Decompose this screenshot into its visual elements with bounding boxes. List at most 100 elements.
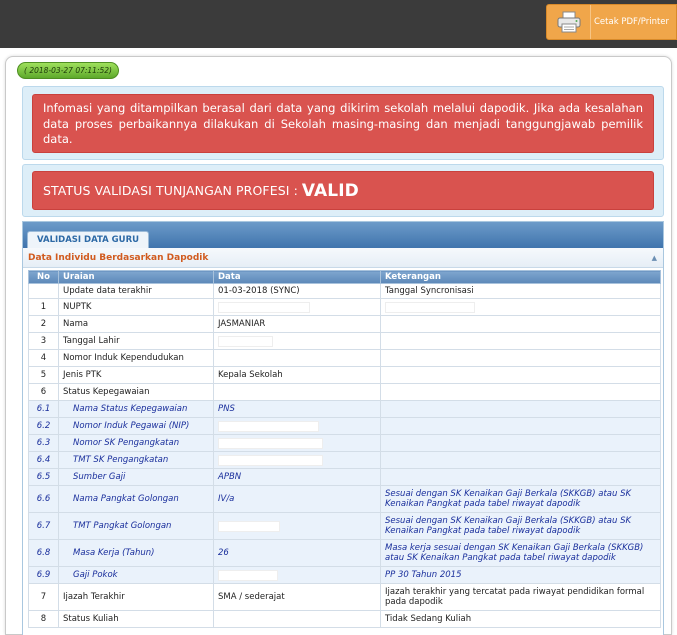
table-row: 6.6 Nama Pangkat Golongan IV/a Sesuai denga… xyxy=(28,485,661,513)
table-row: 1 NUPTK xyxy=(28,298,661,316)
row-keterangan xyxy=(380,468,661,486)
row-keterangan xyxy=(380,366,661,384)
row-uraian: Status Kepegawaian xyxy=(58,383,214,401)
table-row: Update data terakhir 01-03-2018 (SYNC) Tan… xyxy=(28,283,661,299)
row-data: Kepala Sekolah xyxy=(213,366,381,384)
table-row: 7 Ijazah Terakhir SMA / sederajat Ijazah te… xyxy=(28,583,661,611)
row-no: 6.9 xyxy=(28,566,59,584)
redacted-field xyxy=(218,301,310,313)
info-box: Infomasi yang ditampilkan berasal dari d… xyxy=(22,86,664,160)
table-row: 2 Nama JASMANIAR xyxy=(28,315,661,333)
row-data: SMA / sederajat xyxy=(213,583,381,611)
row-uraian: Nama Pangkat Golongan xyxy=(58,485,214,513)
status-value: VALID xyxy=(301,180,359,201)
table-header-row: No Uraian Data Keterangan xyxy=(28,270,661,284)
print-button-label: Cetak PDF/Printer xyxy=(594,17,670,27)
table-row: 6.3 Nomor SK Pengangkatan xyxy=(28,434,661,452)
row-keterangan xyxy=(380,349,661,367)
row-keterangan: Tanggal Syncronisasi xyxy=(380,283,661,299)
row-no: 6.8 xyxy=(28,539,59,567)
header-data: Data xyxy=(213,270,381,284)
validation-panel: VALIDASI DATA GURU Data Individu Berdasa… xyxy=(22,221,664,635)
row-uraian: Nama xyxy=(58,315,214,333)
row-keterangan xyxy=(380,417,661,435)
row-uraian: TMT Pangkat Golongan xyxy=(58,512,214,540)
table-row: 6.5 Sumber Gaji APBN xyxy=(28,468,661,486)
row-uraian: Nama Status Kepegawaian xyxy=(58,400,214,418)
row-keterangan xyxy=(380,332,661,350)
row-data: PNS xyxy=(213,400,381,418)
row-data xyxy=(213,610,381,628)
row-data xyxy=(213,566,381,584)
row-no: 6.6 xyxy=(28,485,59,513)
row-uraian: Status Kuliah xyxy=(58,610,214,628)
row-no: 6.4 xyxy=(28,451,59,469)
row-no: 3 xyxy=(28,332,59,350)
status-box: STATUS VALIDASI TUNJANGAN PROFESI : VALI… xyxy=(22,164,664,217)
table-row: 8 Status Kuliah Tidak Sedang Kuliah xyxy=(28,610,661,628)
row-keterangan: Masa kerja sesuai dengan SK Kenaikan Gaj… xyxy=(380,539,661,567)
row-no: 7 xyxy=(28,583,59,611)
status-label: STATUS VALIDASI TUNJANGAN PROFESI : xyxy=(43,183,298,198)
row-uraian: Nomor SK Pengangkatan xyxy=(58,434,214,452)
redacted-field xyxy=(218,437,323,449)
table-row: 6.2 Nomor Induk Pegawai (NIP) xyxy=(28,417,661,435)
row-data xyxy=(213,512,381,540)
row-no: 6.7 xyxy=(28,512,59,540)
row-uraian: Ijazah Terakhir xyxy=(58,583,214,611)
row-data: APBN xyxy=(213,468,381,486)
section-header[interactable]: Data Individu Berdasarkan Dapodik ▲ xyxy=(23,248,663,268)
print-pdf-button[interactable]: Cetak PDF/Printer xyxy=(546,4,677,40)
row-uraian: TMT SK Pengangkatan xyxy=(58,451,214,469)
row-keterangan: PP 30 Tahun 2015 xyxy=(380,566,661,584)
row-keterangan xyxy=(380,451,661,469)
redacted-field xyxy=(218,454,323,466)
row-uraian: Tanggal Lahir xyxy=(58,332,214,350)
tab-bar: VALIDASI DATA GURU xyxy=(23,222,663,248)
row-no: 6 xyxy=(28,383,59,401)
row-no: 8 xyxy=(28,610,59,628)
row-uraian: NUPTK xyxy=(58,298,214,316)
section-title: Data Individu Berdasarkan Dapodik xyxy=(28,252,209,263)
table-row: 3 Tanggal Lahir xyxy=(28,332,661,350)
row-data xyxy=(213,383,381,401)
header-no: No xyxy=(28,270,59,284)
table-row: 6 Status Kepegawaian xyxy=(28,383,661,401)
row-no: 6.2 xyxy=(28,417,59,435)
row-uraian: Nomor Induk Kependudukan xyxy=(58,349,214,367)
row-keterangan: Tidak Sedang Kuliah xyxy=(380,610,661,628)
row-uraian: Masa Kerja (Tahun) xyxy=(58,539,214,567)
row-keterangan: Ijazah terakhir yang tercatat pada riway… xyxy=(380,583,661,611)
row-data: 01-03-2018 (SYNC) xyxy=(213,283,381,299)
row-no: 6.5 xyxy=(28,468,59,486)
row-uraian: Update data terakhir xyxy=(58,283,214,299)
redacted-field xyxy=(218,420,319,432)
row-data xyxy=(213,451,381,469)
row-keterangan xyxy=(380,315,661,333)
row-uraian: Gaji Pokok xyxy=(58,566,214,584)
row-uraian: Sumber Gaji xyxy=(58,468,214,486)
data-table: No Uraian Data Keterangan Update data te… xyxy=(28,270,661,628)
row-data xyxy=(213,298,381,316)
row-keterangan: Sesuai dengan SK Kenaikan Gaji Berkala (… xyxy=(380,485,661,513)
row-keterangan xyxy=(380,400,661,418)
row-no: 2 xyxy=(28,315,59,333)
row-data: JASMANIAR xyxy=(213,315,381,333)
row-data xyxy=(213,434,381,452)
table-row: 6.1 Nama Status Kepegawaian PNS xyxy=(28,400,661,418)
tab-validasi-data-guru[interactable]: VALIDASI DATA GURU xyxy=(27,231,150,248)
redacted-field xyxy=(218,569,278,581)
top-bar: Cetak PDF/Printer xyxy=(0,0,677,48)
collapse-icon[interactable]: ▲ xyxy=(652,254,657,262)
redacted-field xyxy=(385,301,475,313)
timestamp-badge: ( 2018-03-27 07:11:52) xyxy=(17,62,119,79)
row-keterangan xyxy=(380,298,661,316)
row-no: 5 xyxy=(28,366,59,384)
table-row: 6.4 TMT SK Pengangkatan xyxy=(28,451,661,469)
row-data: 26 xyxy=(213,539,381,567)
row-data xyxy=(213,349,381,367)
table-row: 4 Nomor Induk Kependudukan xyxy=(28,349,661,367)
row-keterangan xyxy=(380,383,661,401)
row-no: 6.3 xyxy=(28,434,59,452)
table-row: 5 Jenis PTK Kepala Sekolah xyxy=(28,366,661,384)
